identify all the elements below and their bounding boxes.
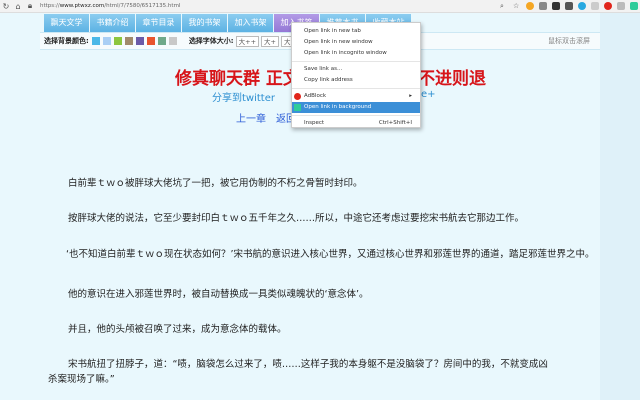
bg-color-swatch[interactable]: [91, 37, 100, 45]
paragraph: 并且，他的头颅被召唤了过来，成为意念体的载体。: [68, 324, 287, 335]
adblock-icon[interactable]: [604, 2, 612, 10]
qr-icon[interactable]: [552, 2, 560, 10]
paragraph: 按胖球大佬的说法，它至少要封印白ｔｗｏ五千年之久……所以，中途它还考虑过要挖宋书…: [68, 213, 525, 224]
menu-open-new-window[interactable]: Open link in new window: [292, 37, 420, 48]
submenu-arrow-icon: ▸: [409, 93, 412, 99]
font-size-label: 选择字体大小:: [188, 37, 234, 45]
bg-color-swatch[interactable]: [157, 37, 166, 45]
bg-color-swatch[interactable]: [102, 37, 111, 45]
menu-open-incognito[interactable]: Open link in incognito window: [292, 48, 420, 59]
nav-book-info[interactable]: 书籍介绍: [90, 14, 135, 32]
url-prefix: https://: [40, 3, 60, 9]
bg-color-label: 选择背景颜色:: [44, 37, 89, 45]
menu-open-new-tab[interactable]: Open link in new tab: [292, 26, 420, 37]
extension-icon[interactable]: [578, 2, 586, 10]
menu-label: AdBlock: [304, 93, 327, 99]
nav-my-shelf[interactable]: 我的书架: [182, 14, 227, 32]
menu-divider: [292, 88, 420, 89]
paragraph: ‘也不知道白前辈ｔｗｏ现在状态如何？’宋书航的意识进入核心世界，又通过核心世界和…: [66, 249, 595, 260]
share-google-link[interactable]: e+: [421, 89, 436, 100]
extension-icon[interactable]: [539, 2, 547, 10]
extension-icon[interactable]: [630, 2, 638, 10]
page-margin: [600, 13, 640, 400]
extension-icon[interactable]: [526, 2, 534, 10]
menu-save-link[interactable]: Save link as...: [292, 64, 420, 75]
menu-open-background[interactable]: Open link in background: [292, 102, 420, 113]
paragraph: 宋书航扭了扭脖子，道：“啧，脑袋怎么过来了，啧……这样子我的本身躯不是没脑袋了？…: [48, 359, 548, 385]
nav-chapter-list[interactable]: 章节目录: [136, 14, 181, 32]
prev-chapter-link[interactable]: 上一章: [236, 110, 266, 125]
menu-label: Inspect: [304, 120, 325, 126]
chapter-title-end: 不进则退: [418, 69, 486, 89]
share-twitter-link[interactable]: 分享到twitter: [212, 89, 275, 104]
bg-color-swatch[interactable]: [124, 37, 133, 45]
address-bar[interactable]: https://www.ptwxz.com/html/7/7580/651713…: [40, 3, 180, 9]
paragraph: 他的意识在进入邪莲世界时，被自动替换成一具类似魂魄状的‘意念体’。: [68, 289, 369, 300]
lock-icon: 🔒︎: [27, 1, 33, 10]
bg-color-swatch[interactable]: [168, 37, 177, 45]
nav-home[interactable]: 飘天文学: [44, 14, 89, 32]
zoom-icon[interactable]: ⌕: [500, 2, 508, 10]
menu-label: Open link in background: [304, 104, 372, 110]
adblock-icon: [294, 93, 301, 100]
menu-adblock[interactable]: AdBlock ▸: [292, 91, 420, 102]
font-size-xl-button[interactable]: 大++: [235, 35, 260, 47]
url-path: /html/7/7580/6517135.html: [104, 3, 181, 9]
menu-inspect[interactable]: Inspect Ctrl+Shift+I: [292, 118, 420, 129]
reload-icon[interactable]: ↻: [0, 2, 12, 11]
menu-divider: [292, 115, 420, 116]
bg-color-swatch[interactable]: [146, 37, 155, 45]
extension-icon: [294, 104, 301, 111]
paragraph: 白前辈ｔｗｏ被胖球大佬坑了一把，被它用伪制的不朽之骨暂时封印。: [68, 178, 363, 189]
extension-icon[interactable]: [565, 2, 573, 10]
menu-copy-link[interactable]: Copy link address: [292, 75, 420, 86]
context-menu: Open link in new tab Open link in new wi…: [291, 22, 421, 128]
extension-icon[interactable]: [617, 2, 625, 10]
bg-color-swatch[interactable]: [113, 37, 122, 45]
star-icon[interactable]: ☆: [513, 2, 521, 10]
bg-color-swatch[interactable]: [135, 37, 144, 45]
dblclick-scroll-hint: 鼠标双击滚屏: [548, 37, 590, 45]
browser-toolbar: ↻ ⌂ 🔒︎ https://www.ptwxz.com/html/7/7580…: [0, 0, 640, 13]
menu-divider: [292, 61, 420, 62]
nav-add-shelf[interactable]: 加入书架: [228, 14, 273, 32]
shortcut-label: Ctrl+Shift+I: [378, 120, 412, 126]
extensions-bar: ⌕ ☆: [500, 2, 638, 10]
extension-icon[interactable]: [591, 2, 599, 10]
url-host: www.ptwxz.com: [59, 3, 105, 9]
font-size-l-button[interactable]: 大+: [261, 35, 279, 47]
home-icon[interactable]: ⌂: [12, 2, 24, 11]
